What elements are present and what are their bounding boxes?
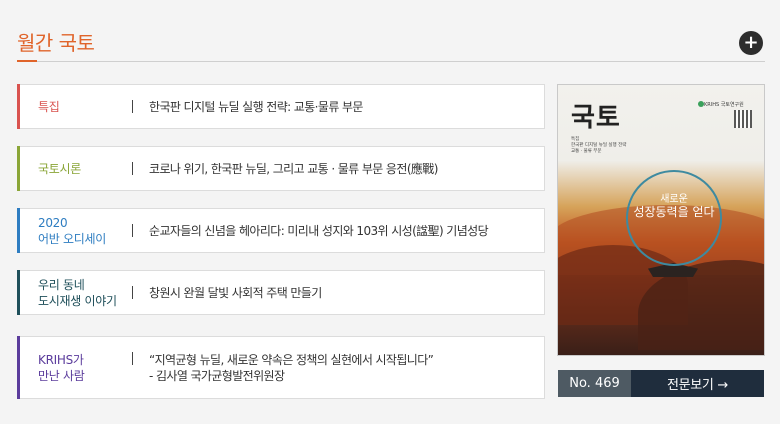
item-category: 국토시론 [38, 161, 81, 176]
magazine-cover[interactable]: 국토 KRIHS 국토연구원 특집 한국판 디지털 뉴딜 실행 전략 교통 · … [557, 84, 765, 356]
category-color-bar [17, 84, 20, 129]
item-category: 특집 [38, 99, 60, 114]
item-title[interactable]: 코로나 위기, 한국판 뉴딜, 그리고 교통 · 물류 부문 응전(應戰) [149, 147, 438, 190]
list-item[interactable]: 우리 동네 도시재생 이야기 창원시 완월 달빛 사회적 주택 만들기 [17, 270, 545, 315]
divider [132, 100, 133, 113]
issue-number: No. 469 [558, 370, 631, 397]
divider [132, 224, 133, 237]
cover-feature-text: 특집 한국판 디지털 뉴딜 실행 전략 교통 · 물류 부문 [571, 137, 627, 154]
list-item[interactable]: 특집 한국판 디지털 뉴딜 실행 전략: 교통·물류 부문 [17, 84, 545, 129]
item-title[interactable]: “지역균형 뉴딜, 새로운 약속은 정책의 실현에서 시작됩니다” - 김사열 … [149, 337, 434, 398]
item-category: KRIHS가 만난 사람 [38, 352, 85, 383]
item-title[interactable]: 한국판 디지털 뉴딜 실행 전략: 교통·물류 부문 [149, 85, 363, 128]
divider [132, 286, 133, 299]
cover-title: 국토 [571, 103, 621, 133]
title-underline [17, 60, 37, 62]
category-color-bar [17, 336, 20, 399]
divider [132, 352, 133, 365]
category-color-bar [17, 208, 20, 253]
list-item[interactable]: 국토시론 코로나 위기, 한국판 뉴딜, 그리고 교통 · 물류 부문 응전(應… [17, 146, 545, 191]
view-full-button[interactable]: 전문보기 → [631, 370, 764, 397]
qr-code-icon [734, 110, 752, 128]
item-category: 우리 동네 도시재생 이야기 [38, 277, 117, 308]
category-color-bar [17, 146, 20, 191]
list-item[interactable]: KRIHS가 만난 사람 “지역균형 뉴딜, 새로운 약속은 정책의 실현에서 … [17, 336, 545, 399]
divider [132, 162, 133, 175]
cover-headline: 새로운 성장동력을 얻다 [633, 194, 715, 219]
list-item[interactable]: 2020 어반 오디세이 순교자들의 신념을 헤아리다: 미리내 성지와 103… [17, 208, 545, 253]
section-title: 월간 국토 [17, 31, 95, 55]
cover-publisher: KRIHS 국토연구원 [704, 102, 744, 108]
monthly-gukto-widget: 월간 국토 + 특집 한국판 디지털 뉴딜 실행 전략: 교통·물류 부문 국토… [0, 0, 780, 424]
item-category: 2020 어반 오디세이 [38, 215, 106, 246]
plus-icon[interactable]: + [739, 31, 763, 55]
item-title[interactable]: 창원시 완월 달빛 사회적 주택 만들기 [149, 271, 322, 314]
title-divider [17, 61, 765, 62]
item-title[interactable]: 순교자들의 신념을 헤아리다: 미리내 성지와 103위 시성(諡聖) 기념성당 [149, 209, 489, 252]
category-color-bar [17, 270, 20, 315]
